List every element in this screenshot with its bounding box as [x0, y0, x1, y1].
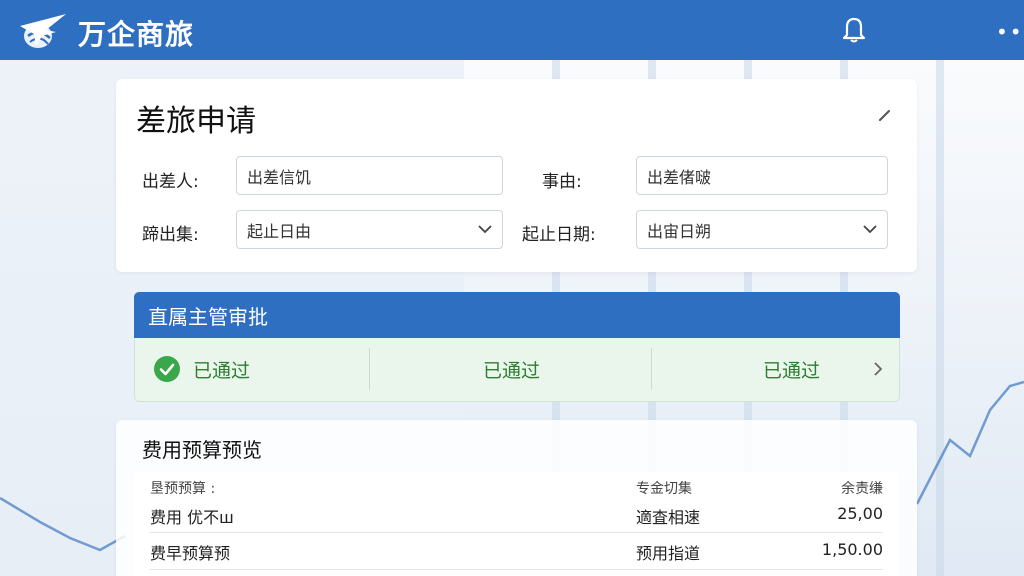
plane-logo-icon [20, 14, 66, 48]
column-header: 垦预预算 : [150, 481, 216, 497]
departure-value: 起止日由 [247, 221, 312, 241]
approval-title: 直属主管审批 [134, 292, 900, 338]
chevron-down-icon [863, 225, 877, 234]
more-menu-icon[interactable]: •• [996, 20, 1024, 44]
approval-step-label: 已通过 [763, 359, 821, 382]
row-amount: 25,00 [837, 504, 883, 523]
traveler-label: 出差人: [142, 172, 199, 192]
step-divider [369, 348, 370, 390]
approval-step-label: 已通过 [193, 359, 251, 382]
budget-title: 费用预算预览 [142, 438, 262, 462]
chevron-right-icon[interactable] [874, 362, 883, 376]
brand-name: 万企商旅 [78, 18, 195, 51]
departure-label: 蹄出集: [142, 225, 199, 245]
row-divider [150, 532, 883, 533]
edit-pencil-icon[interactable] [877, 107, 893, 123]
bell-icon[interactable] [840, 14, 868, 44]
chevron-down-icon [478, 225, 492, 234]
reason-value: 出差偖啵 [647, 167, 712, 187]
step-divider [651, 348, 652, 390]
dates-value: 出宙日朔 [647, 221, 712, 241]
approval-step-2: 已通过 [483, 338, 540, 400]
reason-field[interactable]: 出差偖啵 [636, 156, 888, 195]
row-amount: 1,50.00 [821, 540, 883, 559]
traveler-field[interactable]: 出差信饥 [236, 156, 503, 195]
page-title: 差旅申请 [136, 104, 256, 139]
traveler-value: 出差信饥 [247, 167, 312, 187]
approval-step-3: 已通过 [763, 338, 820, 400]
travel-request-card: 差旅申请 出差人: 出差信饥 事由: 出差偖啵 蹄出集: 起止日由 起止日期: … [116, 79, 917, 272]
row-type: 预用指道 [636, 544, 701, 563]
budget-preview-card: 费用预算预览 垦预预算 : 专金切集 余责缣 费用 优不ш 適査相速 25,00… [116, 420, 917, 576]
manager-approval-panel: 直属主管审批 已通过 已通过 已通过 [134, 292, 900, 402]
column-header: 余责缣 [841, 481, 883, 497]
approval-steps[interactable]: 已通过 已通过 已通过 [134, 338, 900, 402]
top-header: 万企商旅 •• [0, 0, 1024, 60]
dates-select[interactable]: 出宙日朔 [636, 210, 888, 249]
approval-step-1: 已通过 [153, 338, 250, 400]
row-name: 费早预算预 [150, 544, 231, 563]
reason-label: 事由: [542, 172, 582, 192]
budget-table: 垦预预算 : 专金切集 余责缣 费用 优不ш 適査相速 25,00 费早预算预 … [134, 472, 899, 576]
departure-select[interactable]: 起止日由 [236, 210, 503, 249]
row-type: 適査相速 [636, 508, 701, 527]
column-header: 专金切集 [636, 481, 692, 497]
check-circle-icon [154, 356, 180, 382]
row-divider [150, 569, 883, 570]
dates-label: 起止日期: [522, 225, 596, 245]
approval-step-label: 已通过 [483, 359, 541, 382]
row-name: 费用 优不ш [150, 508, 234, 527]
